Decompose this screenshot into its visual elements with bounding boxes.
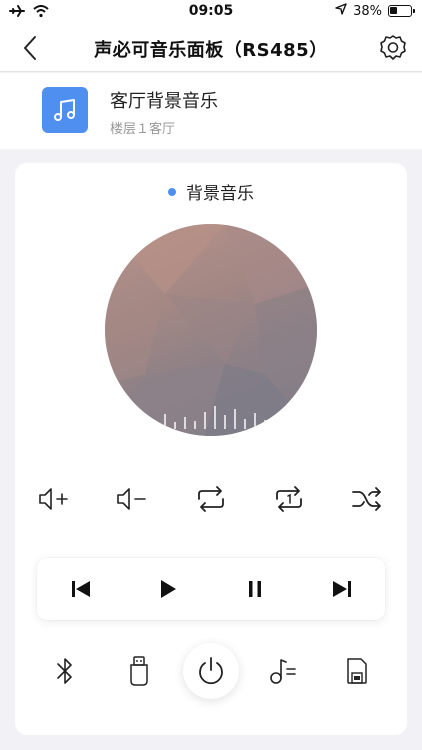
status-bar: 09:05 38% [0, 0, 422, 24]
repeat-icon[interactable] [191, 479, 231, 519]
gear-icon[interactable] [378, 33, 408, 63]
previous-icon[interactable] [59, 567, 103, 611]
device-header[interactable]: 客厅背景音乐 楼层１客厅 [0, 73, 422, 149]
playback-bar [37, 558, 385, 620]
sd-card-icon[interactable] [327, 641, 387, 701]
volume-down-icon[interactable] [113, 479, 153, 519]
source-row [35, 641, 387, 701]
usb-icon[interactable] [109, 641, 169, 701]
device-location: 楼层１客厅 [110, 122, 176, 137]
page-title: 声必可音乐面板（RS485） [94, 40, 328, 61]
mode-indicator: 背景音乐 [15, 179, 407, 204]
bluetooth-icon[interactable] [35, 641, 95, 701]
mode-controls [35, 479, 387, 519]
pause-icon[interactable] [233, 567, 277, 611]
play-icon[interactable] [146, 567, 190, 611]
battery-icon [388, 5, 415, 17]
music-list-icon[interactable] [253, 641, 313, 701]
battery-percent: 38% [353, 3, 382, 19]
music-note-icon [42, 87, 88, 133]
nav-bar: 声必可音乐面板（RS485） [0, 24, 422, 72]
album-art [105, 224, 317, 436]
player-card: 背景音乐 [15, 163, 407, 735]
volume-up-icon[interactable] [35, 479, 75, 519]
shuffle-icon[interactable] [347, 479, 387, 519]
chevron-left-icon[interactable] [16, 34, 44, 62]
mode-dot [168, 187, 176, 196]
repeat-one-icon[interactable] [269, 479, 309, 519]
next-icon[interactable] [320, 567, 364, 611]
location-arrow-icon [335, 3, 347, 19]
device-name: 客厅背景音乐 [110, 91, 218, 112]
power-icon[interactable] [183, 643, 239, 699]
mode-label: 背景音乐 [186, 184, 254, 204]
